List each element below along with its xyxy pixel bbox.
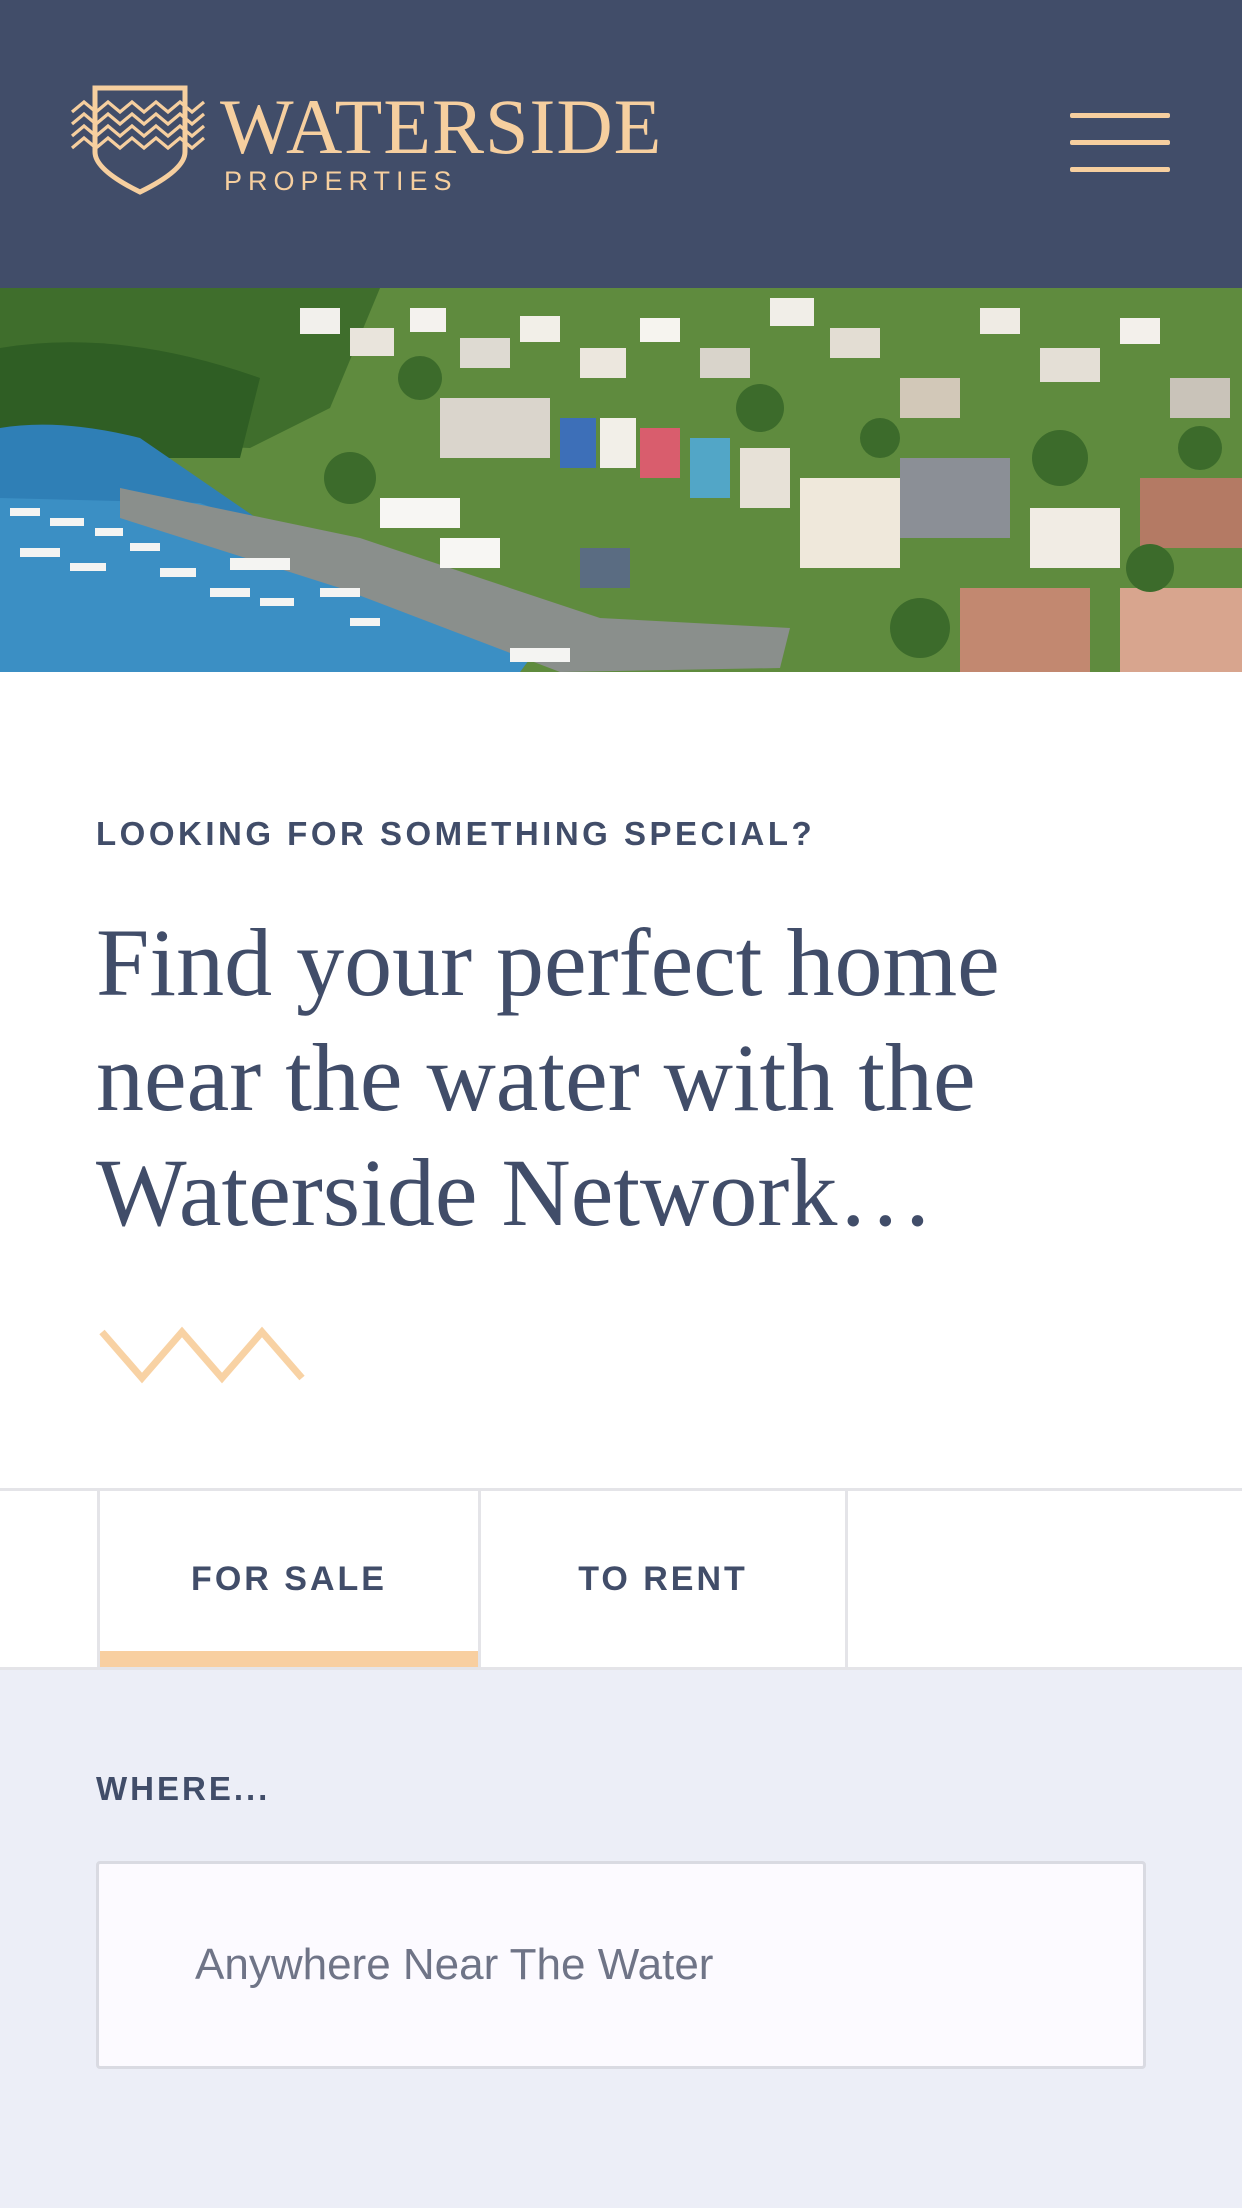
harbour-town-aerial-photo — [0, 288, 1242, 672]
wave-icon — [99, 1326, 305, 1384]
menu-line — [1070, 113, 1170, 118]
tab-label: TO RENT — [578, 1559, 748, 1598]
section-eyebrow: LOOKING FOR SOMETHING SPECIAL? — [96, 815, 816, 852]
brand-logo[interactable]: WATERSIDE PROPERTIES — [70, 82, 670, 202]
listing-type-tabs: FOR SALE TO RENT — [0, 1488, 1242, 1670]
tab-for-sale[interactable]: FOR SALE — [97, 1491, 481, 1667]
hero-image — [0, 288, 1242, 672]
tab-label: FOR SALE — [191, 1559, 387, 1598]
hamburger-menu-icon[interactable] — [1060, 108, 1170, 178]
logo-title: WATERSIDE — [220, 83, 663, 170]
site-header: WATERSIDE PROPERTIES — [0, 0, 1242, 288]
menu-line — [1070, 140, 1170, 145]
logo-subtitle: PROPERTIES — [224, 166, 458, 196]
search-panel: WHERE... — [0, 1670, 1242, 2208]
menu-line — [1070, 167, 1170, 172]
active-tab-indicator — [100, 1651, 478, 1667]
where-search-input[interactable] — [96, 1861, 1146, 2069]
shield-waves-icon — [70, 85, 206, 195]
where-label: WHERE... — [96, 1770, 271, 1807]
tab-to-rent[interactable]: TO RENT — [481, 1491, 848, 1667]
page-headline: Find your perfect home near the water wi… — [96, 909, 1000, 1246]
